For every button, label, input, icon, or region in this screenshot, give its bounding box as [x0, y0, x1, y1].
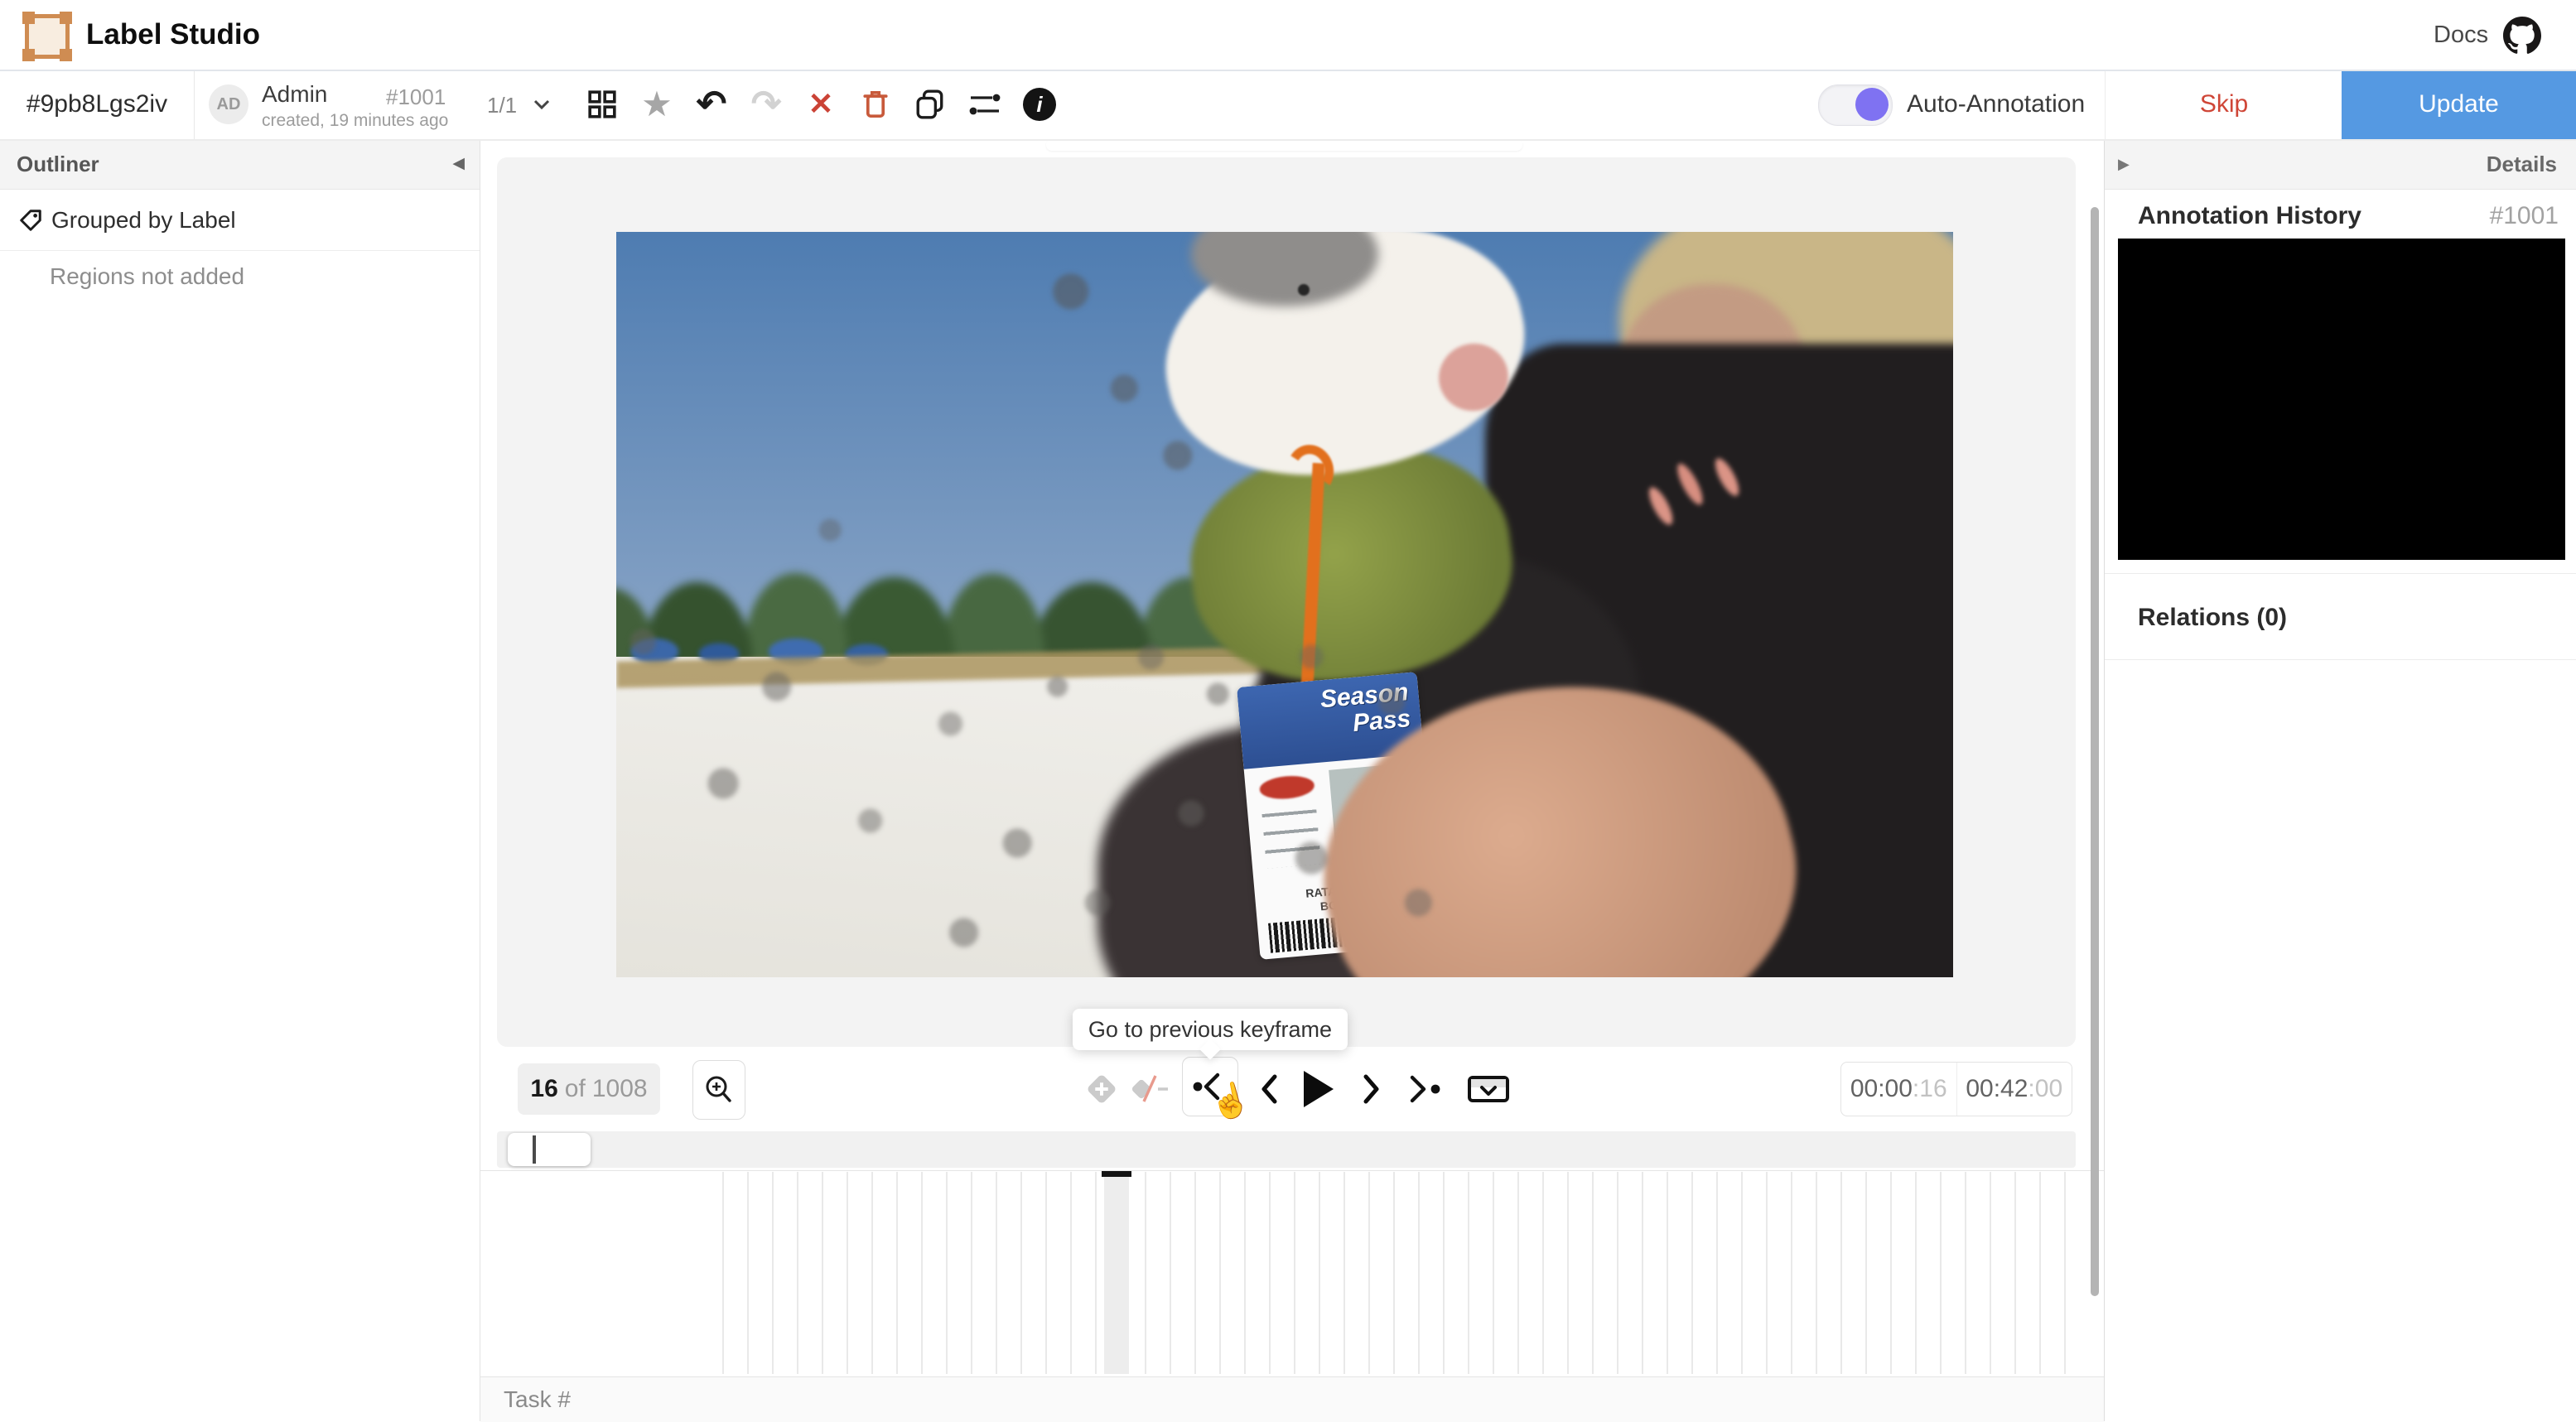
magnifier-plus-icon — [706, 1076, 731, 1102]
details-panel: ▶ Details Annotation History #1001 Relat… — [2104, 139, 2576, 1421]
seek-strip[interactable] — [497, 1131, 2076, 1168]
grid-view-icon[interactable] — [586, 84, 619, 124]
copy-icon[interactable] — [914, 84, 947, 124]
annotation-history-title: Annotation History — [2138, 202, 2361, 229]
toggle-keyframe-button[interactable] — [1128, 1057, 1175, 1121]
next-keyframe-button[interactable] — [1400, 1057, 1450, 1121]
skip-button[interactable]: Skip — [2105, 70, 2342, 139]
toggle-knob — [1855, 88, 1889, 121]
playhead-marker[interactable] — [1102, 1171, 1131, 1177]
timeline-ticks — [722, 1172, 2076, 1374]
divider — [2105, 573, 2576, 574]
outliner-panel: Outliner ◀ Grouped by Label Regions not … — [0, 139, 480, 1421]
hand-cursor-icon: ☝ — [1205, 1078, 1255, 1125]
auto-annotation-toggle[interactable] — [1818, 84, 1893, 126]
seek-handle[interactable] — [508, 1133, 591, 1166]
tooltip: Go to previous keyframe — [1073, 1009, 1348, 1060]
time-duration-frames: :00 — [2028, 1075, 2063, 1102]
previous-frame-button[interactable] — [1251, 1057, 1287, 1121]
time-position-frames: :16 — [1912, 1075, 1947, 1102]
play-button[interactable] — [1299, 1057, 1339, 1121]
reject-icon[interactable]: ✕ — [804, 84, 837, 124]
app-title: Label Studio — [86, 18, 260, 51]
zoom-in-button[interactable] — [692, 1060, 745, 1120]
frame-counter[interactable]: 16 of 1008 — [518, 1063, 660, 1115]
outliner-title: Outliner — [17, 152, 99, 176]
undo-icon[interactable]: ↶ — [695, 84, 728, 124]
divider — [194, 70, 195, 139]
relations-title: Relations (0) — [2138, 604, 2288, 631]
star-icon[interactable]: ★ — [640, 84, 673, 124]
time-duration: 00:42:00 — [1956, 1063, 2072, 1116]
video-lens-droplets — [616, 232, 1953, 977]
annotation-history-id: #1001 — [2489, 202, 2559, 229]
tag-icon — [18, 208, 43, 233]
auto-annotation-label: Auto-Annotation — [1907, 90, 2086, 118]
frames-timeline[interactable] — [480, 1170, 2104, 1375]
outliner-header: Outliner ◀ — [0, 139, 480, 190]
details-title: Details — [2486, 152, 2557, 176]
docs-link[interactable]: Docs — [2434, 0, 2488, 70]
task-id: #9pb8Lgs2iv — [26, 90, 168, 118]
delete-icon[interactable] — [859, 84, 892, 124]
update-button[interactable]: Update — [2342, 70, 2576, 139]
scrolled-card-edge — [1046, 139, 1522, 151]
annotation-history-preview[interactable] — [2118, 239, 2565, 560]
chevron-down-icon[interactable] — [533, 99, 550, 111]
redo-icon[interactable]: ↷ — [750, 84, 783, 124]
annotator-name: Admin — [262, 81, 328, 107]
details-header: ▶ Details — [2105, 139, 2576, 190]
github-icon[interactable] — [2503, 16, 2541, 54]
annotation-id: #1001 — [386, 84, 446, 109]
group-by-label-text: Grouped by Label — [51, 207, 236, 233]
group-by-label-row[interactable]: Grouped by Label — [0, 190, 480, 251]
task-number-label: Task # — [504, 1386, 571, 1412]
annotation-pager: 1/1 — [487, 93, 518, 118]
expand-right-icon[interactable]: ▶ — [2118, 139, 2130, 189]
main-content: Season Pass RATATOUILLE BOWERS Go to pre… — [480, 139, 2104, 1422]
info-icon[interactable]: i — [1023, 84, 1056, 124]
avatar[interactable]: AD — [209, 84, 248, 124]
divider — [2105, 659, 2576, 660]
time-duration-main: 00:42 — [1966, 1075, 2028, 1102]
timeline-config-button[interactable] — [1463, 1057, 1514, 1121]
regions-empty-message: Regions not added — [50, 263, 245, 289]
frame-of: of — [564, 1075, 586, 1102]
video-frame[interactable]: Season Pass RATATOUILLE BOWERS — [616, 232, 1953, 977]
compare-settings-icon[interactable] — [968, 84, 1001, 124]
collapse-left-icon[interactable]: ◀ — [452, 139, 465, 189]
task-toolbar: #9pb8Lgs2iv AD Admin created, 19 minutes… — [0, 70, 2576, 141]
task-footer: Task # — [480, 1376, 2104, 1422]
annotation-created-time: created, 19 minutes ago — [262, 111, 449, 130]
time-position-main: 00:00 — [1850, 1075, 1913, 1102]
playhead-column — [1104, 1172, 1129, 1374]
time-position[interactable]: 00:00:16 — [1841, 1063, 1956, 1116]
frame-current: 16 — [530, 1075, 558, 1102]
vertical-scrollbar[interactable] — [2091, 207, 2099, 1296]
time-display: 00:00:16 00:42:00 — [1840, 1062, 2072, 1116]
frame-total: 1008 — [591, 1075, 648, 1102]
seek-position-marker — [533, 1135, 536, 1164]
label-studio-logo-icon — [22, 12, 72, 61]
app-header: Label Studio Docs — [0, 0, 2576, 71]
play-icon — [1304, 1071, 1334, 1107]
add-keyframe-button[interactable] — [1082, 1057, 1122, 1121]
next-frame-button[interactable] — [1353, 1057, 1390, 1121]
